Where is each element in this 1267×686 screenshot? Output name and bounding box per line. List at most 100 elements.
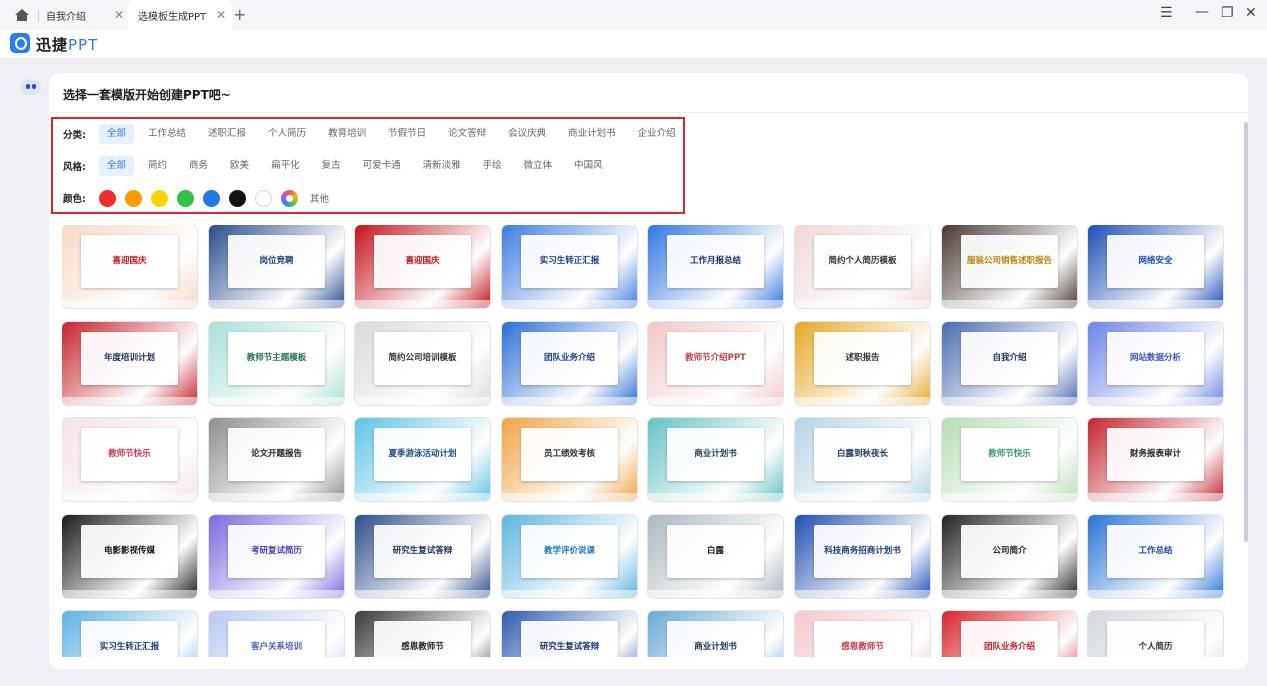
close-window-icon[interactable]: ✕ [1245, 5, 1257, 21]
template-thumbnail[interactable]: 自我介绍 [942, 322, 1077, 405]
template-thumbnail[interactable]: 个人简历 [1088, 611, 1223, 657]
scrollbar[interactable] [1244, 122, 1248, 542]
template-thumbnail[interactable]: 商业计划书 [648, 611, 783, 657]
menu-icon[interactable]: ☰ [1160, 5, 1173, 21]
template-thumbnail[interactable]: 感恩教师节 [355, 611, 490, 657]
template-thumbnail[interactable]: 教师节介绍PPT [648, 322, 783, 405]
template-cover: 教师节快乐 [80, 427, 179, 482]
home-icon[interactable] [14, 8, 30, 22]
template-title: 白露到秋夜长 [836, 449, 888, 460]
template-thumbnail[interactable]: 商业计划书 [648, 418, 783, 501]
style-chip[interactable]: 欧美 [222, 156, 257, 176]
template-thumbnail[interactable]: 科技商务招商计划书 [795, 515, 930, 598]
template-cover: 夏季游泳活动计划 [373, 427, 472, 482]
style-chip[interactable]: 扁平化 [263, 156, 308, 176]
template-cover: 个人简历 [1106, 620, 1205, 657]
color-swatch[interactable] [229, 189, 246, 207]
template-thumbnail[interactable]: 公司简介 [942, 515, 1077, 598]
template-title: 网站数据分析 [1129, 353, 1181, 364]
minimize-icon[interactable]: — [1195, 4, 1209, 20]
tab-close-icon[interactable]: ✕ [216, 8, 226, 22]
category-chip[interactable]: 商业计划书 [560, 124, 624, 144]
template-thumbnail[interactable]: 岗位竞聘 [209, 225, 344, 308]
category-chip[interactable]: 节假节日 [380, 124, 434, 144]
template-thumbnail[interactable]: 员工绩效考核 [502, 418, 637, 501]
color-other-option[interactable]: 其他 [310, 191, 329, 205]
template-thumbnail[interactable]: 教师节快乐 [62, 418, 197, 501]
template-thumbnail[interactable]: 述职报告 [795, 322, 930, 405]
template-title: 夏季游泳活动计划 [388, 449, 457, 460]
template-preview-strip [942, 397, 1077, 405]
template-thumbnail[interactable]: 考研复试简历 [209, 515, 344, 598]
template-thumbnail[interactable]: 简约公司培训模板 [355, 322, 490, 405]
template-thumbnail[interactable]: 教学评价说课 [502, 515, 637, 598]
tab-bar: 自我介绍 ✕ 选模板生成PPT ✕ + ☰ — ❐ ✕ [0, 0, 1267, 30]
template-thumbnail[interactable]: 研究生复试答辩 [355, 515, 490, 598]
template-cover: 简约公司培训模板 [373, 331, 472, 386]
category-chip[interactable]: 全部 [99, 124, 135, 144]
template-thumbnail[interactable]: 客户关系培训 [209, 611, 344, 657]
template-thumbnail[interactable]: 实习生转正汇报 [62, 611, 197, 657]
template-thumbnail[interactable]: 电影影视传媒 [62, 515, 197, 598]
category-chip[interactable]: 会议庆典 [500, 124, 554, 144]
style-chip[interactable]: 清新淡雅 [415, 156, 469, 176]
template-thumbnail[interactable]: 网站数据分析 [1088, 322, 1223, 405]
tab-close-icon[interactable]: ✕ [114, 8, 124, 22]
template-thumbnail[interactable]: 教师节快乐 [942, 418, 1077, 501]
style-chip[interactable]: 可爱卡通 [355, 156, 409, 176]
style-chip[interactable]: 简约 [140, 156, 175, 176]
template-thumbnail[interactable]: 网络安全 [1088, 225, 1223, 308]
style-chip[interactable]: 微立体 [516, 156, 561, 176]
template-thumbnail[interactable]: 实习生转正汇报 [502, 225, 637, 308]
category-chip[interactable]: 论文答辩 [440, 124, 494, 144]
color-swatch[interactable] [177, 189, 194, 207]
template-thumbnail[interactable]: 工作总结 [1088, 515, 1223, 598]
template-cover: 研究生复试答辩 [520, 620, 619, 657]
template-thumbnail[interactable]: 团队业务介绍 [502, 322, 637, 405]
restore-icon[interactable]: ❐ [1221, 5, 1234, 21]
category-chip[interactable]: 述职汇报 [200, 124, 254, 144]
template-cover: 员工绩效考核 [520, 427, 619, 482]
template-preview-strip [209, 300, 344, 308]
color-swatch[interactable] [203, 189, 220, 207]
template-thumbnail[interactable]: 简约个人简历模板 [795, 225, 930, 308]
tab-self-intro[interactable]: 自我介绍 ✕ [46, 0, 124, 30]
template-thumbnail[interactable]: 团队业务介绍 [942, 611, 1077, 657]
template-thumbnail[interactable]: 夏季游泳活动计划 [355, 418, 490, 501]
color-swatch[interactable] [125, 189, 142, 207]
template-preview-strip [502, 397, 637, 405]
tab-separator [38, 10, 39, 22]
template-thumbnail[interactable]: 教师节主题模板 [209, 322, 344, 405]
color-swatch[interactable] [151, 189, 168, 207]
template-cover: 感恩教师节 [373, 620, 472, 657]
template-thumbnail[interactable]: 喜迎国庆 [355, 225, 490, 308]
template-thumbnail[interactable]: 白露 [648, 515, 783, 598]
template-thumbnail[interactable]: 年度培训计划 [62, 322, 197, 405]
category-chip[interactable]: 教育培训 [320, 124, 374, 144]
template-thumbnail[interactable]: 服装公司销售述职报告 [942, 225, 1077, 308]
category-chip[interactable]: 工作总结 [140, 124, 194, 144]
color-swatch[interactable] [99, 189, 116, 207]
category-chip[interactable]: 企业介绍 [630, 124, 684, 144]
template-thumbnail[interactable]: 论文开题报告 [209, 418, 344, 501]
template-thumbnail[interactable]: 感恩教师节 [795, 611, 930, 657]
template-thumbnail[interactable]: 财务报表审计 [1088, 418, 1223, 501]
color-swatch[interactable] [255, 189, 272, 207]
style-chip[interactable]: 复古 [314, 156, 349, 176]
tab-template-ppt[interactable]: 选模板生成PPT ✕ [128, 0, 232, 30]
template-cover: 商业计划书 [666, 427, 765, 482]
style-chip[interactable]: 商务 [181, 156, 216, 176]
style-chip[interactable]: 手绘 [475, 156, 510, 176]
template-preview-strip [502, 590, 637, 598]
template-title: 简约公司培训模板 [388, 353, 457, 364]
style-chip[interactable]: 全部 [99, 156, 135, 176]
color-swatch[interactable] [281, 189, 298, 207]
template-thumbnail[interactable]: 白露到秋夜长 [795, 418, 930, 501]
template-thumbnail[interactable]: 研究生复试答辩 [502, 611, 637, 657]
template-thumbnail[interactable]: 工作月报总结 [648, 225, 783, 308]
style-chip[interactable]: 中国风 [566, 156, 611, 176]
template-cover: 研究生复试答辩 [373, 524, 472, 579]
category-chip[interactable]: 个人简历 [260, 124, 314, 144]
add-tab-icon[interactable]: + [233, 5, 246, 24]
template-thumbnail[interactable]: 喜迎国庆 [62, 225, 197, 308]
